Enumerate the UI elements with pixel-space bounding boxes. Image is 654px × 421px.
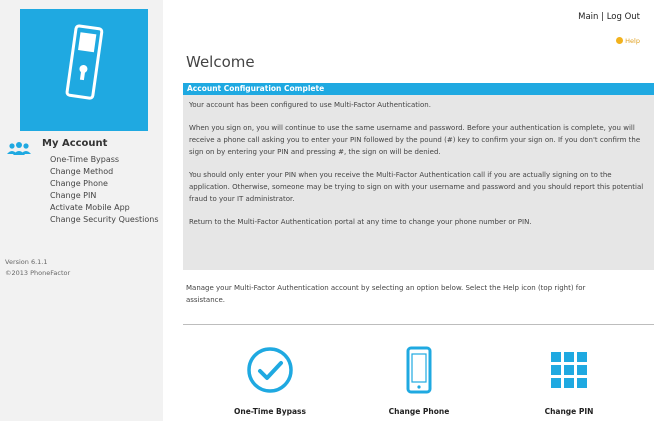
tile-one-time-bypass[interactable]: One-Time Bypass [210, 345, 330, 416]
version-text: Version 6.1.1 [5, 258, 48, 266]
copyright-text: ©2013 PhoneFactor [5, 269, 71, 277]
divider [183, 324, 654, 325]
phone-lock-logo [20, 9, 148, 131]
check-circle-icon [247, 347, 293, 393]
help-icon [616, 37, 624, 44]
page-title: Welcome [186, 53, 255, 71]
panel-header: Account Configuration Complete [183, 83, 654, 95]
sidebar-item-activate-mobile-app[interactable]: Activate Mobile App [50, 202, 159, 214]
config-complete-panel: Account Configuration Complete Your acco… [183, 83, 654, 270]
sidebar-item-change-method[interactable]: Change Method [50, 166, 159, 178]
version-info: Version 6.1.1 ©2013 PhoneFactor [5, 257, 70, 279]
phone-lock-icon [65, 24, 104, 100]
help-label: Help [625, 37, 640, 45]
tile-change-pin[interactable]: Change PIN [509, 345, 629, 416]
tile-change-phone[interactable]: Change Phone [359, 345, 479, 416]
top-nav: Main | Log Out [578, 12, 640, 22]
tile-label: One-Time Bypass [234, 407, 306, 416]
sidebar-item-change-phone[interactable]: Change Phone [50, 178, 159, 190]
help-button[interactable]: Help [616, 37, 640, 45]
logout-link[interactable]: Log Out [607, 12, 640, 22]
nav-separator: | [598, 12, 607, 22]
sidebar: My Account One-Time Bypass Change Method… [0, 0, 163, 421]
account-menu: One-Time Bypass Change Method Change Pho… [50, 154, 159, 226]
panel-paragraph: You should only enter your PIN when you … [189, 171, 644, 203]
tile-label: Change PIN [544, 407, 594, 416]
panel-paragraph: Your account has been configured to use … [189, 101, 431, 109]
keypad-icon [551, 352, 587, 388]
panel-body: Your account has been configured to use … [183, 95, 654, 228]
main-link[interactable]: Main [578, 12, 598, 22]
tile-label: Change Phone [388, 407, 450, 416]
sidebar-item-change-pin[interactable]: Change PIN [50, 190, 159, 202]
sidebar-item-change-security-questions[interactable]: Change Security Questions [50, 214, 159, 226]
phone-icon [406, 346, 432, 394]
panel-paragraph: When you sign on, you will continue to u… [189, 124, 641, 156]
sidebar-item-one-time-bypass[interactable]: One-Time Bypass [50, 154, 159, 166]
people-icon [7, 142, 31, 155]
my-account-title: My Account [42, 138, 108, 149]
panel-paragraph: Return to the Multi-Factor Authenticatio… [189, 218, 532, 226]
manage-instructions: Manage your Multi-Factor Authentication … [186, 284, 586, 304]
